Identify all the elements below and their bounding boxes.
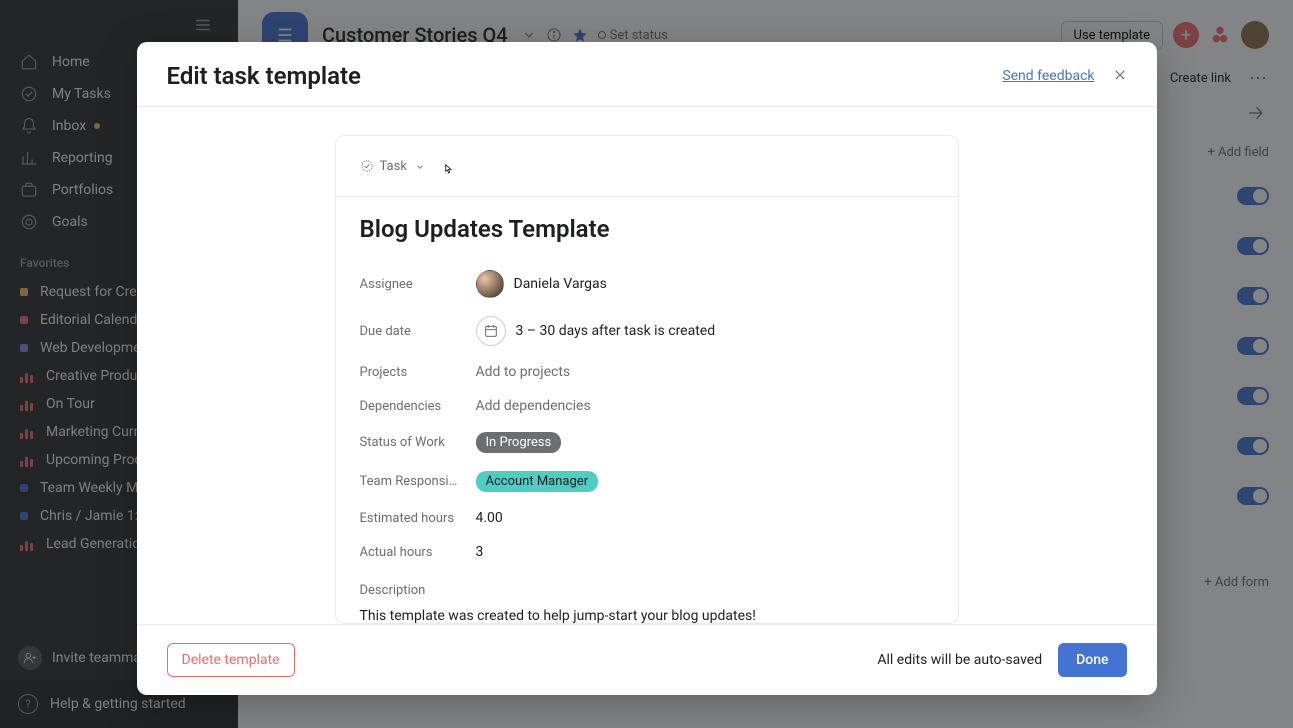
modal-footer: Delete template All edits will be auto-s… [137,624,1157,695]
projects-value: Add to projects [476,364,571,380]
field-label: Team Responsi… [360,474,476,489]
template-fields: Blog Updates Template Assignee Daniela V… [336,197,958,623]
modal-header: Edit task template Send feedback [137,42,1157,107]
field-dependencies[interactable]: Dependencies Add dependencies [360,389,934,423]
field-status[interactable]: Status of Work In Progress [360,423,934,462]
task-type-chip: Task [360,159,407,174]
est-hours-value: 4.00 [476,510,503,526]
field-est-hours[interactable]: Estimated hours 4.00 [360,501,934,535]
done-button[interactable]: Done [1058,643,1126,677]
field-team[interactable]: Team Responsi… Account Manager [360,462,934,501]
status-pill: In Progress [476,432,562,453]
due-date-value: 3 – 30 days after task is created [516,323,716,339]
pointer-cursor-icon [441,162,455,182]
field-label: Estimated hours [360,511,476,526]
template-name[interactable]: Blog Updates Template [360,215,934,243]
template-type-selector[interactable]: Task [336,136,958,197]
field-label: Due date [360,324,476,339]
field-label: Projects [360,365,476,380]
field-label: Actual hours [360,545,476,560]
template-card: Task Blog Updates Template Assignee [335,135,959,624]
modal-body: Task Blog Updates Template Assignee [137,107,1157,624]
field-label: Dependencies [360,399,476,414]
field-label: Status of Work [360,435,476,450]
field-label: Assignee [360,277,476,292]
send-feedback-link[interactable]: Send feedback [1002,68,1094,84]
actual-hours-value: 3 [476,544,484,560]
team-pill: Account Manager [476,471,599,492]
edit-template-modal: Edit task template Send feedback Task [137,42,1157,695]
close-icon [1113,68,1127,82]
delete-template-button[interactable]: Delete template [167,643,295,677]
field-actual-hours[interactable]: Actual hours 3 [360,535,934,569]
description-label: Description [360,569,934,608]
calendar-icon [476,316,506,346]
assignee-avatar [476,270,504,298]
task-outline-icon [360,159,374,173]
field-projects[interactable]: Projects Add to projects [360,355,934,389]
autosave-notice: All edits will be auto-saved [877,652,1042,668]
task-chip-label: Task [380,159,407,174]
description-text[interactable]: This template was created to help jump-s… [360,608,934,623]
field-due-date[interactable]: Due date 3 – 30 days after task is creat… [360,307,934,355]
modal-overlay: Edit task template Send feedback Task [0,0,1293,728]
close-button[interactable] [1113,67,1127,86]
dependencies-value: Add dependencies [476,398,591,414]
chevron-down-icon [415,157,425,176]
assignee-name: Daniela Vargas [514,276,607,292]
field-assignee[interactable]: Assignee Daniela Vargas [360,261,934,307]
modal-title: Edit task template [167,62,361,90]
